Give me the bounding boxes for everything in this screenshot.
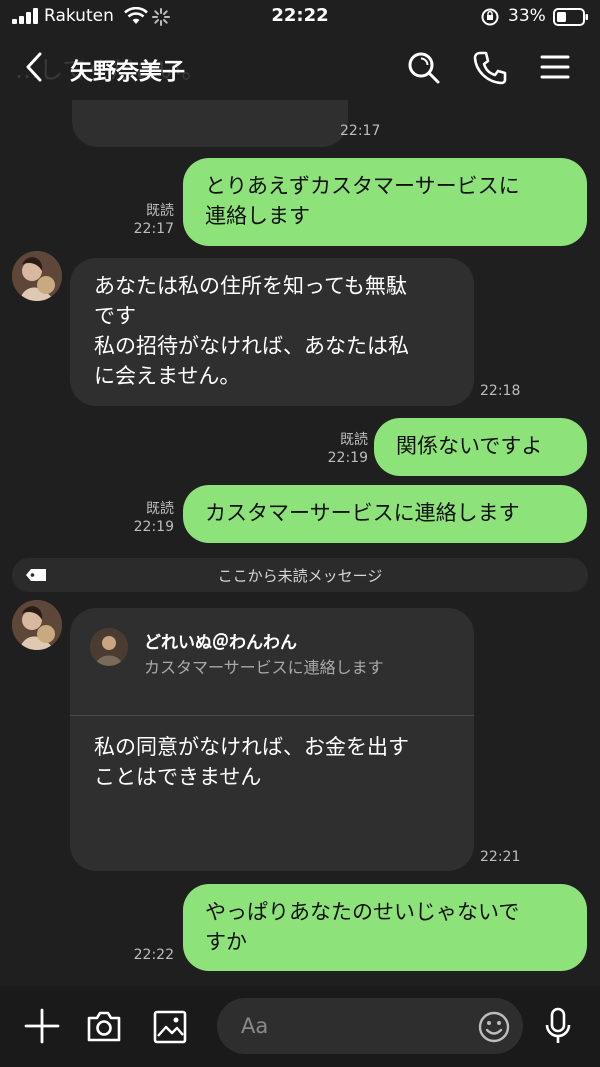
reply-quote[interactable]: どれいぬ＠わんわん カスタマーサービスに連絡します [70, 608, 474, 716]
message-bubble[interactable] [72, 100, 348, 147]
unread-divider-label: ここから未読メッセージ [217, 567, 383, 585]
chat-header: …してください。 矢野奈美子 [0, 34, 600, 100]
chat-title[interactable]: 矢野奈美子 [70, 52, 185, 86]
unread-divider: ここから未読メッセージ [12, 558, 588, 592]
battery-percent: 33% [508, 6, 546, 26]
message-meta: 既読 22:17 [133, 203, 174, 237]
avatar-image [12, 251, 62, 301]
message-meta: 既読 22:19 [133, 501, 174, 535]
message-time: 22:18 [480, 383, 521, 399]
message-bubble[interactable]: とりあえずカスタマーサービスに 連絡します [183, 158, 587, 246]
mic-icon[interactable] [543, 1006, 573, 1046]
message-bubble[interactable]: 関係ないですよ [374, 418, 587, 476]
message-bubble[interactable]: あなたは私の住所を知っても無駄 です 私の招待がなければ、あなたは私 に会えませ… [70, 258, 474, 406]
message-text: カスタマーサービスに連絡します [205, 501, 520, 525]
status-bar: Rakuten 22:22 33% [0, 0, 600, 34]
phone-icon[interactable] [472, 50, 508, 86]
message-text: やっぱりあなたのせいじゃないで すか [205, 900, 520, 954]
reply-message-bubble[interactable]: どれいぬ＠わんわん カスタマーサービスに連絡します 私の同意がなければ、お金を出… [70, 608, 474, 871]
emoji-icon[interactable] [477, 1010, 511, 1044]
message-text: あなたは私の住所を知っても無駄 です 私の招待がなければ、あなたは私 に会えませ… [94, 274, 409, 388]
message-bubble[interactable]: やっぱりあなたのせいじゃないで すか [183, 884, 587, 971]
message-time: 22:17 [340, 123, 381, 139]
chat-timeline[interactable]: 22:17 既読 22:17 とりあえずカスタマーサービスに 連絡します あなた… [0, 100, 600, 985]
message-bubble[interactable]: カスタマーサービスに連絡します [183, 485, 587, 543]
rotation-lock-icon [481, 8, 499, 26]
image-icon[interactable] [152, 1006, 188, 1046]
quote-avatar [90, 628, 128, 666]
quote-sender-name: どれいぬ＠わんわん [144, 633, 297, 653]
avatar-image [12, 600, 62, 650]
search-icon[interactable] [406, 50, 442, 86]
message-meta: 既読 22:19 [327, 432, 368, 466]
quote-avatar-image [90, 628, 128, 666]
plus-icon[interactable] [24, 1006, 60, 1046]
menu-icon[interactable] [538, 50, 572, 84]
message-text: とりあえずカスタマーサービスに 連絡します [205, 174, 520, 228]
camera-icon[interactable] [85, 1006, 123, 1046]
message-time: 22:22 [133, 947, 174, 963]
message-text: 関係ないですよ [396, 434, 543, 458]
avatar[interactable] [12, 600, 62, 650]
message-text: 私の同意がなければ、お金を出す ことはできません [94, 735, 409, 789]
input-bar [0, 986, 600, 1067]
quote-text: カスタマーサービスに連絡します [144, 658, 384, 677]
message-time: 22:21 [480, 849, 521, 865]
back-icon[interactable] [20, 50, 50, 84]
battery-icon [553, 8, 588, 26]
avatar[interactable] [12, 251, 62, 301]
